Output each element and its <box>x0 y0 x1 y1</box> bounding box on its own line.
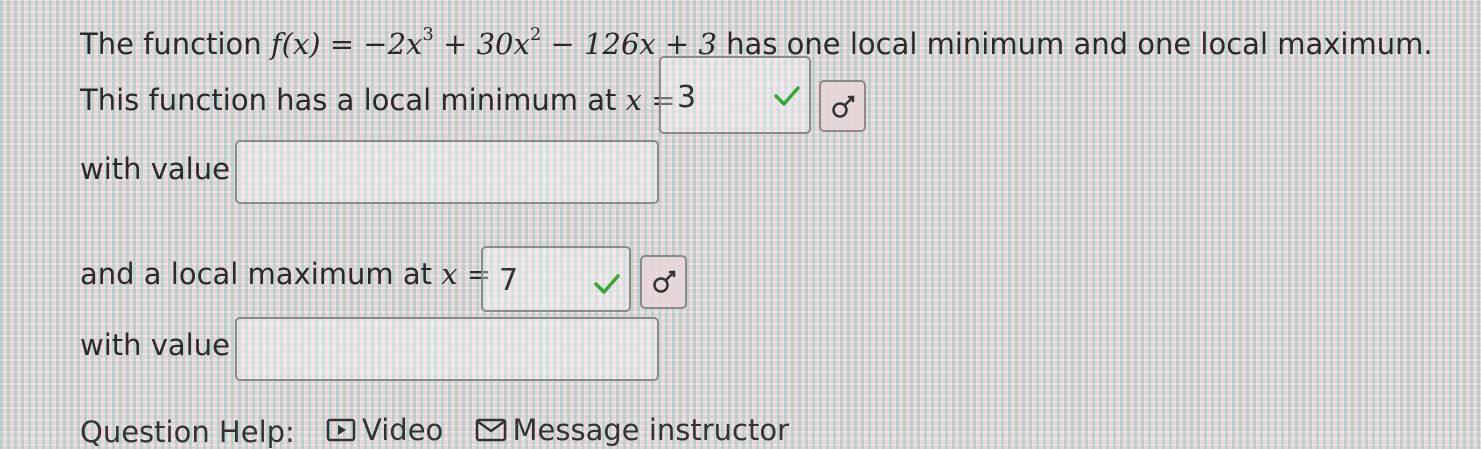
message-instructor-link[interactable]: Message instructor <box>475 413 790 447</box>
maximum-x-value: 7 <box>499 263 519 298</box>
question-statement: The function f(x) = −2x3 + 30x2 − 126x +… <box>80 26 1433 61</box>
maximum-x-input[interactable]: 7 <box>481 246 631 312</box>
minimum-x-value: 3 <box>677 80 697 115</box>
function-lhs: f(x) = <box>270 27 355 61</box>
check-icon <box>774 86 800 106</box>
intro-prefix: The function <box>80 27 262 61</box>
envelope-icon <box>475 418 506 442</box>
maximum-key-button[interactable] <box>640 255 687 309</box>
maximum-value-label: with value <box>80 328 230 362</box>
maximum-label: and a local maximum at <box>80 257 433 291</box>
question-help: Question Help: Video Message instructor <box>80 413 789 449</box>
minimum-label: This function has a local minimum at <box>80 83 617 117</box>
video-play-icon <box>326 418 356 442</box>
minimum-prompt: This function has a local minimum at x = <box>80 86 676 115</box>
video-link[interactable]: Video <box>326 413 443 447</box>
minimum-value-label: with value <box>80 152 230 186</box>
minimum-x-input[interactable]: 3 <box>659 56 811 134</box>
video-link-label: Video <box>362 413 444 447</box>
key-icon <box>653 270 676 293</box>
function-term-1-exponent: 3 <box>422 24 434 45</box>
key-icon <box>832 95 855 118</box>
minimum-key-button[interactable] <box>819 80 866 132</box>
question-help-label: Question Help: <box>80 415 295 449</box>
function-term-1: −2x <box>363 27 423 61</box>
check-icon <box>594 274 620 294</box>
maximum-value-input[interactable] <box>235 317 659 381</box>
minimum-value-input[interactable] <box>235 140 659 204</box>
intro-suffix: has one local minimum and one local maxi… <box>726 27 1433 61</box>
message-instructor-label: Message instructor <box>512 413 790 447</box>
function-term-2-exponent: 2 <box>529 24 542 45</box>
function-term-2: + 30x <box>443 27 530 61</box>
maximum-prompt: and a local maximum at x = <box>80 260 491 289</box>
